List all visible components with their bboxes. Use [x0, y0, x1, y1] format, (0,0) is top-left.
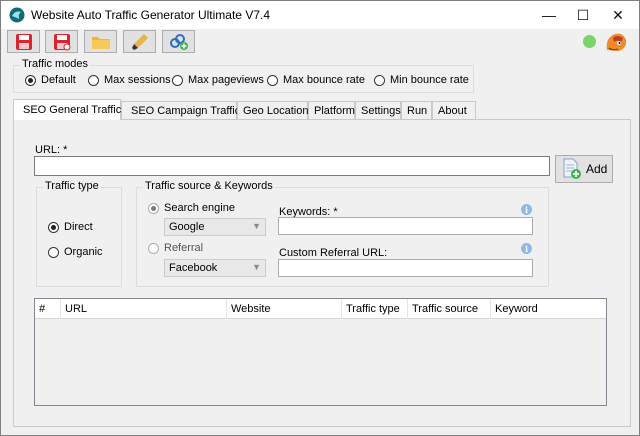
radio-circle [48, 221, 59, 233]
column-header-traffic-type[interactable]: Traffic type [342, 299, 408, 319]
add-document-icon [563, 158, 581, 179]
tab-label: Platform [314, 104, 355, 117]
traffic-type-title: Traffic type [43, 180, 101, 192]
open-button[interactable] [84, 30, 117, 53]
mode-max-pageviews-label: Max pageviews [188, 74, 264, 86]
tab-settings[interactable]: Settings [355, 101, 401, 119]
mode-min-bounce-rate-radio[interactable]: Min bounce rate [374, 74, 469, 86]
mode-max-sessions-radio[interactable]: Max sessions [88, 74, 171, 86]
radio-circle [172, 74, 183, 86]
traffic-modes-title: Traffic modes [20, 58, 91, 70]
app-logo-icon [9, 7, 25, 23]
save-icon [15, 33, 32, 50]
brand-mascot-icon[interactable] [603, 30, 629, 54]
window-title: Website Auto Traffic Generator Ultimate … [31, 8, 271, 22]
mode-max-pageviews-radio[interactable]: Max pageviews [172, 74, 264, 86]
referral-value: Facebook [169, 262, 218, 274]
traffic-source-title: Traffic source & Keywords [143, 180, 275, 192]
traffic-type-group: Traffic type [36, 180, 122, 287]
search-engine-select[interactable]: Google ▼ [164, 218, 266, 236]
add-button[interactable]: Add [555, 155, 613, 183]
keywords-input[interactable] [278, 217, 533, 235]
tab-label: Geo Location [243, 104, 309, 117]
open-folder-icon [91, 36, 110, 49]
mode-max-bounce-rate-label: Max bounce rate [283, 74, 365, 86]
tab-label: SEO Campaign Traffic [131, 104, 241, 117]
referral-select[interactable]: Facebook ▼ [164, 259, 266, 277]
chevron-down-icon: ▼ [252, 262, 261, 272]
tab-seo-general-traffic[interactable]: SEO General Traffic [13, 99, 121, 120]
tab-about[interactable]: About [432, 101, 476, 119]
traffic-type-direct-radio[interactable]: Direct [48, 221, 93, 233]
radio-circle [148, 242, 159, 254]
custom-referral-label: Custom Referral URL: [279, 247, 388, 259]
info-icon[interactable]: i [521, 243, 532, 254]
toolbar [1, 29, 639, 55]
mode-default-label: Default [41, 74, 76, 86]
table-header: # URL Website Traffic type Traffic sourc… [35, 299, 606, 319]
column-header-keyword[interactable]: Keyword [491, 299, 606, 319]
info-icon[interactable]: i [521, 204, 532, 215]
add-button-label: Add [586, 162, 608, 176]
column-header-website[interactable]: Website [227, 299, 342, 319]
traffic-type-organic-radio[interactable]: Organic [48, 246, 103, 258]
title-bar: Website Auto Traffic Generator Ultimate … [1, 1, 639, 29]
custom-referral-input[interactable] [278, 259, 533, 277]
radio-circle [88, 74, 99, 86]
column-header-number[interactable]: # [35, 299, 61, 319]
save-as-icon [53, 33, 70, 50]
column-header-url[interactable]: URL [61, 299, 227, 319]
radio-circle [48, 246, 59, 258]
radio-circle [374, 74, 385, 86]
referral-radio[interactable]: Referral [148, 242, 203, 254]
save-button[interactable] [7, 30, 40, 53]
mode-min-bounce-rate-label: Min bounce rate [390, 74, 469, 86]
traffic-table[interactable]: # URL Website Traffic type Traffic sourc… [34, 298, 607, 406]
column-header-traffic-source[interactable]: Traffic source [408, 299, 491, 319]
tab-seo-campaign-traffic[interactable]: SEO Campaign Traffic [121, 101, 241, 119]
maximize-button[interactable]: ☐ [565, 1, 601, 29]
radio-circle [267, 74, 278, 86]
referral-label: Referral [164, 242, 204, 254]
url-input[interactable] [34, 156, 550, 176]
add-link-button[interactable] [162, 30, 195, 53]
clean-brush-icon [131, 33, 148, 50]
search-engine-label: Search engine [164, 202, 235, 214]
chevron-down-icon: ▼ [252, 221, 261, 231]
search-engine-value: Google [169, 221, 205, 233]
radio-circle [25, 74, 36, 86]
direct-label: Direct [64, 221, 93, 233]
status-indicator [583, 35, 596, 48]
radio-circle [148, 202, 159, 214]
tab-geo-location[interactable]: Geo Location [237, 101, 308, 119]
tab-platform[interactable]: Platform [308, 101, 355, 119]
search-engine-radio[interactable]: Search engine [148, 202, 235, 214]
close-button[interactable]: ✕ [600, 1, 636, 29]
tab-run[interactable]: Run [401, 101, 432, 119]
app-window: Website Auto Traffic Generator Ultimate … [0, 0, 640, 436]
organic-label: Organic [64, 246, 103, 258]
tab-label: About [438, 104, 467, 117]
save-as-button[interactable] [45, 30, 78, 53]
tab-label: SEO General Traffic [23, 104, 122, 116]
url-label: URL: * [35, 144, 68, 156]
add-link-icon [169, 33, 188, 50]
tab-label: Run [407, 104, 428, 117]
mode-max-bounce-rate-radio[interactable]: Max bounce rate [267, 74, 365, 86]
minimize-button[interactable]: — [531, 1, 567, 29]
mode-default-radio[interactable]: Default [25, 74, 76, 86]
mode-max-sessions-label: Max sessions [104, 74, 171, 86]
tab-label: Settings [361, 104, 401, 117]
clean-button[interactable] [123, 30, 156, 53]
